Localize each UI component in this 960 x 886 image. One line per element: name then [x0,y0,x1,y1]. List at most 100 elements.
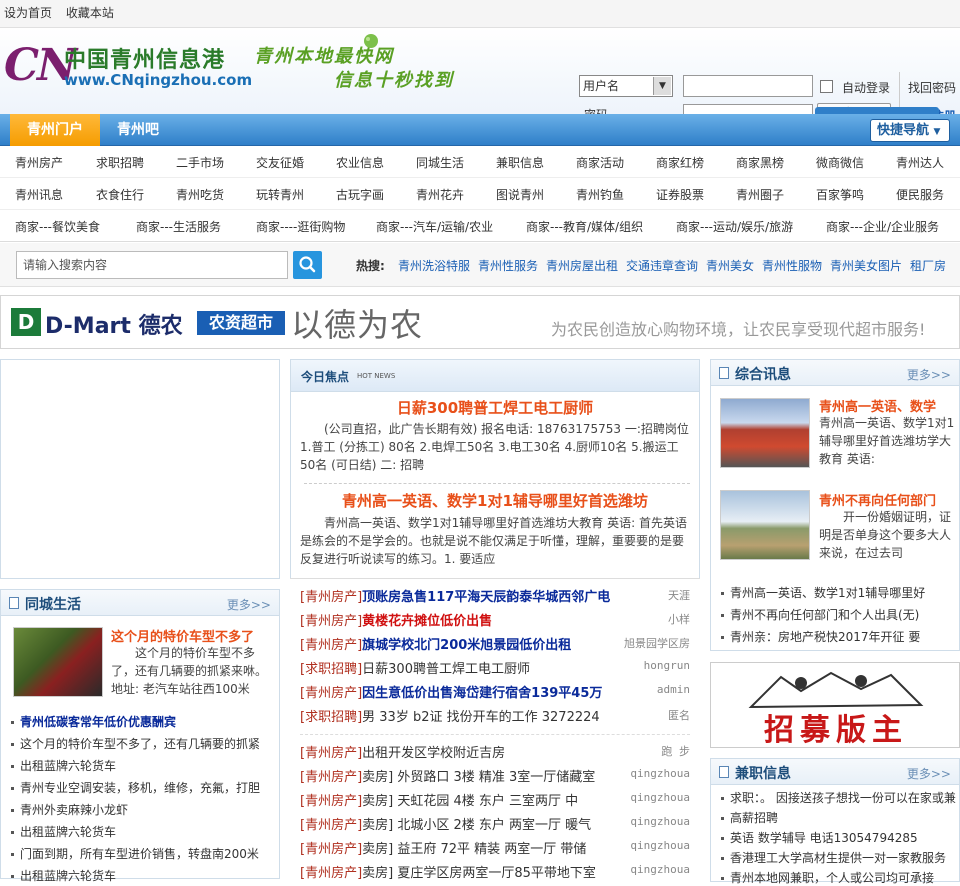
list-item[interactable]: 青州专业空调安装，移机，维修，充氟，打胆 [11,779,271,796]
news-title[interactable]: 旗城学校北门200米旭景园低价出租 [362,638,571,653]
list-item[interactable]: 出租蓝牌六轮货车 [11,867,271,884]
zonghe-feature-2-title[interactable]: 青州不再向任何部门 [819,490,936,509]
news-category[interactable]: [青州房产] [300,746,362,761]
news-author[interactable]: qingzhoua [630,767,690,780]
news-author[interactable]: hongrun [644,659,690,672]
link-item[interactable]: 商家---餐饮美食 [15,218,100,235]
jianzhi-more-link[interactable]: 更多>> [907,765,951,782]
news-title[interactable]: 卖房] 北城小区 2楼 东户 两室一厅 暖气 [362,818,591,833]
motorcycle-image[interactable] [13,627,103,697]
news-category[interactable]: [青州房产] [300,686,362,701]
list-item[interactable]: 青州高一英语、数学1对1辅导哪里好 [721,584,951,601]
news-category[interactable]: [青州房产] [300,770,362,785]
news-row[interactable]: [青州房产]卖房] 北城小区 2楼 东户 两室一厅 暖气 qingzhoua [300,814,690,833]
link-item[interactable]: 商家黑榜 [736,154,784,171]
list-item[interactable]: 出租蓝牌六轮货车 [11,757,271,774]
link-item[interactable]: 商家红榜 [656,154,704,171]
list-item[interactable]: 出租蓝牌六轮货车 [11,823,271,840]
link-item[interactable]: 兼职信息 [496,154,544,171]
zonghe-more-link[interactable]: 更多>> [907,366,951,383]
link-item[interactable]: 交友征婚 [256,154,304,171]
link-item[interactable]: 证券股票 [656,186,704,203]
set-home-link[interactable]: 设为首页 [4,6,52,20]
tab-forum[interactable]: 青州吧 [102,114,174,146]
news-category[interactable]: [青州房产] [300,842,362,857]
news-title[interactable]: 因生意低价出售海岱建行宿舍139平45万 [362,686,602,701]
link-item[interactable]: 图说青州 [496,186,544,203]
lake-image[interactable] [720,490,810,560]
link-item[interactable]: 衣食住行 [96,186,144,203]
news-author[interactable]: qingzhoua [630,791,690,804]
link-item[interactable]: 青州房产 [15,154,63,171]
news-title[interactable]: 出租开发区学校附近吉房 [362,746,505,761]
link-item[interactable]: 百家筝鸣 [816,186,864,203]
list-item[interactable]: 青州低碳客常年低价优惠酬宾 [11,713,271,730]
qq-login-button[interactable] [815,107,939,114]
list-item[interactable]: 青州本地网兼职，个人或公司均可承接 [721,869,959,886]
link-item[interactable]: 商家---教育/媒体/组织 [526,218,643,235]
news-title[interactable]: 卖房] 夏庄学区房两室一厅85平带地下室 [362,866,596,881]
link-item[interactable]: 商家----逛街购物 [256,218,345,235]
hot-search-item[interactable]: 租厂房 [910,257,946,274]
news-author[interactable]: 匿名 [668,707,690,723]
headline-2[interactable]: 青州高一英语、数学1对1辅导哪里好首选潍坊 [300,490,690,511]
link-item[interactable]: 商家---企业/企业服务 [826,218,939,235]
hot-search-item[interactable]: 青州性服物 [762,257,822,274]
news-title[interactable]: 日薪300聘普工焊工电工厨师 [362,662,530,677]
link-item[interactable]: 青州讯息 [15,186,63,203]
link-item[interactable]: 青州花卉 [416,186,464,203]
news-row[interactable]: [青州房产]出租开发区学校附近吉房 跑 步 [300,742,690,761]
news-row[interactable]: [青州房产]卖房] 外贸路口 3楼 精准 3室一厅储藏室 qingzhoua [300,766,690,785]
search-button[interactable] [293,251,322,279]
list-item[interactable]: 这个月的特价车型不多了，还有几辆要的抓紧 [11,735,271,752]
link-item[interactable]: 便民服务 [896,186,944,203]
username-input[interactable] [683,75,813,97]
list-item[interactable]: 高薪招聘 [721,809,959,826]
link-item[interactable]: 青州圈子 [736,186,784,203]
news-author[interactable]: qingzhoua [630,839,690,852]
news-row[interactable]: [求职招聘]男 33岁 b2证 找份开车的工作 3272224 匿名 [300,706,690,725]
news-author[interactable]: qingzhoua [630,863,690,876]
news-row[interactable]: [求职招聘]日薪300聘普工焊工电工厨师 hongrun [300,658,690,677]
link-item[interactable]: 商家---生活服务 [136,218,221,235]
search-input[interactable]: 请输入搜索内容 [16,251,288,279]
news-author[interactable]: 小样 [668,611,690,627]
news-category[interactable]: [求职招聘] [300,710,362,725]
link-item[interactable]: 青州钓鱼 [576,186,624,203]
hot-search-item[interactable]: 青州洗浴特服 [398,257,470,274]
logo-title[interactable]: 中国青州信息港 [64,42,225,74]
list-item[interactable]: 英语 数学辅导 电话13054794285 [721,829,959,846]
dmart-banner[interactable]: D D-Mart 德农 农资超市 以德为农 为农民创造放心购物环境，让农民享受现… [0,295,960,349]
news-title[interactable]: 顶账房急售117平海天辰韵泰华城西邻广电 [362,590,610,605]
news-category[interactable]: [青州房产] [300,614,362,629]
link-item[interactable]: 商家---汽车/运输/农业 [376,218,493,235]
tongcheng-more-link[interactable]: 更多>> [227,596,271,613]
link-item[interactable]: 同城生活 [416,154,464,171]
link-item[interactable]: 商家---运动/娱乐/旅游 [676,218,793,235]
auto-login-checkbox[interactable] [820,80,833,93]
link-item[interactable]: 农业信息 [336,154,384,171]
news-author[interactable]: 跑 步 [661,743,690,759]
news-author[interactable]: 旭景园学区房 [624,635,690,651]
list-item[interactable]: 门面到期，所有车型进价销售，转盘南200米 [11,845,271,862]
news-title[interactable]: 卖房] 天虹花园 4楼 东户 三室两厅 中 [362,794,578,809]
link-item[interactable]: 求职招聘 [96,154,144,171]
bookmark-link[interactable]: 收藏本站 [66,6,114,20]
link-item[interactable]: 青州吃货 [176,186,224,203]
username-type-select[interactable]: 用户名 ▼ [579,75,673,97]
list-item[interactable]: 青州亲：房地产税快2017年开征 要 [721,628,951,645]
news-row[interactable]: [青州房产]卖房] 天虹花园 4楼 东户 三室两厅 中 qingzhoua [300,790,690,809]
list-item[interactable]: 求职：。 因接送孩子想找一份可以在家或兼 [721,789,959,806]
link-item[interactable]: 青州达人 [896,154,944,171]
link-item[interactable]: 二手市场 [176,154,224,171]
news-category[interactable]: [青州房产] [300,590,362,605]
hot-search-item[interactable]: 青州美女图片 [830,257,902,274]
tongcheng-feature-title[interactable]: 这个月的特价车型不多了 [111,626,254,645]
tab-portal[interactable]: 青州门户 [10,114,100,146]
news-title[interactable]: 男 33岁 b2证 找份开车的工作 3272224 [362,710,600,725]
news-row[interactable]: [青州房产]旗城学校北门200米旭景园低价出租 旭景园学区房 [300,634,690,653]
headline-1[interactable]: 日薪300聘普工焊工电工厨师 [300,397,690,418]
link-item[interactable]: 古玩字画 [336,186,384,203]
news-author[interactable]: 天涯 [668,587,690,603]
news-category[interactable]: [青州房产] [300,794,362,809]
